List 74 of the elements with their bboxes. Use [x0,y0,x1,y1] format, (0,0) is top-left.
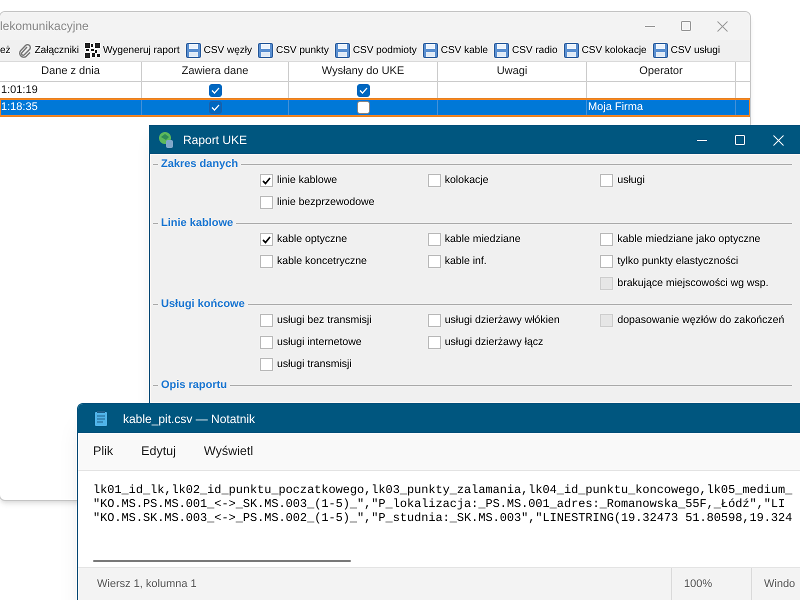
toolbar-button[interactable]: CSV radio [493,40,559,60]
window-title: lekomunikacyjne [0,18,90,35]
toolbar-button[interactable]: CSV usługi [652,40,722,60]
menu-item[interactable]: Plik [83,437,124,466]
text-line: "KO.MS.SK.MS.003_<->_PS.MS.002_(1-5)_","P_studnia:_SK.MS.003","LINESTRING(19.32473 51.80598,19.324 [93,511,794,525]
checkbox-label[interactable]: kable koncetryczne [277,254,367,270]
checkbox[interactable] [600,174,614,187]
checkbox-label[interactable]: usługi [617,172,645,188]
status-text: Wiersz 1, kolumna 1 [97,576,197,592]
section-heading: Zakres danych [161,157,238,172]
table-row[interactable]: 1:18:35 Moja Firma [0,99,750,116]
horizontal-scrollbar[interactable] [93,560,351,562]
toolbar-button[interactable]: CSV punkty [257,40,330,60]
toolbar-button[interactable]: CSV kable [422,40,489,60]
menu-item[interactable]: Wyświetl [194,437,264,466]
status-text: 100% [684,576,712,592]
checkbox[interactable] [356,101,370,114]
toolbar-button[interactable]: Wygeneruj raport [84,40,181,60]
checkbox-label[interactable]: kable optyczne [277,232,348,248]
table-cell-text: Moja Firma [588,100,644,116]
menu-item[interactable]: Edytuj [131,437,186,466]
text-line: lk01_id_lk,lk02_id_punktu_poczatkowego,lk03_punkty_zalamania,lk04_id_punktu_koncowego,lk05_medium_ [93,483,794,497]
table-cell-text: 1:18:35 [1,100,38,116]
checkbox-label[interactable]: tylko punkty elastyczności [617,254,738,270]
checkbox[interactable] [600,233,614,246]
checkbox-label[interactable]: linie bezprzewodowe [277,194,374,210]
section-heading: Opis raportu [161,378,228,394]
checkbox-label[interactable]: kolokacje [444,172,488,188]
checkbox-label[interactable]: usługi dzierżawy włókien [444,312,560,328]
toolbar-button[interactable]: CSV kolokacje [562,40,648,60]
section-heading: Linie kablowe [161,216,234,232]
app-icon [157,131,175,149]
window-title: Raport UKE [183,132,248,149]
checkbox[interactable] [260,174,273,187]
checkbox[interactable] [260,358,273,371]
table-cell-text: 1:01:19 [1,83,38,98]
checkbox[interactable] [260,336,273,349]
checkbox[interactable] [428,336,441,349]
checkbox[interactable] [600,255,614,268]
toolbar-button[interactable]: CSV podmioty [334,40,418,60]
text-line: "KO.MS.PS.MS.001_<->_SK.MS.003_(1-5)_","P_lokalizacja:_PS.MS.001_adres:_Romanowska_55F,_Łódź","LI [93,497,786,511]
qr-code-icon [85,43,100,58]
checkbox-label[interactable]: kable inf. [444,254,487,270]
section-heading: Usługi końcowe [161,297,245,312]
checkbox-label[interactable]: kable miedziane [444,232,521,248]
column-header[interactable]: Operator [587,62,736,81]
checkbox-label[interactable]: usługi bez transmisji [277,312,372,328]
checkbox[interactable] [260,233,273,246]
window-title: kable_pit.csv — Notatnik [123,410,256,428]
column-header[interactable]: Zawiera dane [142,62,289,81]
toolbar-button[interactable]: CSV węzły [184,40,254,60]
checkbox-label[interactable]: usługi dzierżawy łącz [444,334,544,350]
checkbox[interactable] [356,84,370,97]
checkbox[interactable] [260,314,273,327]
column-header[interactable]: Dane z dnia [0,62,142,81]
checkbox[interactable] [260,196,273,209]
paperclip-icon [18,44,32,58]
checkbox-label[interactable]: kable miedziane jako optyczne [617,232,760,248]
checkbox[interactable] [208,84,222,97]
checkbox[interactable] [208,101,222,114]
checkbox[interactable] [428,174,441,187]
column-header[interactable]: Uwagi [438,62,587,81]
checkbox[interactable] [428,255,441,268]
checkbox-label[interactable]: linie kablowe [277,172,338,188]
column-header[interactable]: Wysłany do UKE [289,62,438,81]
checkbox[interactable] [428,233,441,246]
checkbox[interactable] [428,314,441,327]
checkbox[interactable] [260,255,273,268]
checkbox-label[interactable]: usługi transmisji [277,356,352,372]
toolbar-button[interactable]: Załączniki [16,40,80,60]
checkbox-label[interactable]: usługi internetowe [277,334,362,350]
notepad-icon [95,411,107,426]
toolbar-button[interactable]: eż [0,43,11,58]
status-text: Windo [764,576,796,592]
